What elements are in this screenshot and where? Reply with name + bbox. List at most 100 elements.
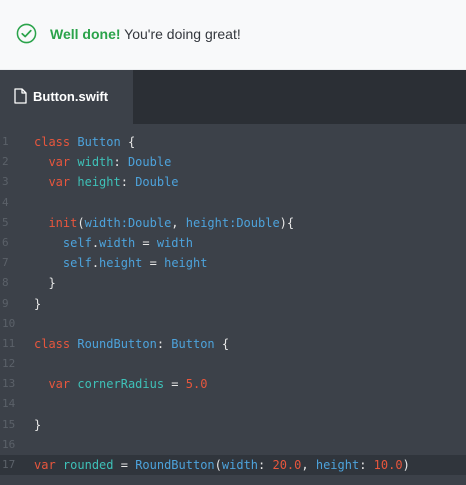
code-token: class — [34, 336, 71, 351]
line-number: 3 — [2, 175, 9, 189]
code-token: Button — [77, 135, 121, 149]
code-line[interactable]: 2 var width: Double — [0, 152, 466, 172]
code-token: Double — [127, 155, 172, 170]
code-line[interactable]: 1 class Button { — [0, 132, 466, 152]
line-number: 13 — [2, 377, 16, 391]
code-token: self — [62, 256, 92, 271]
code-token: height:Double — [185, 215, 280, 230]
code-token: class — [34, 135, 71, 149]
code-token: var — [34, 458, 56, 472]
code-token: cornerRadius — [77, 377, 165, 392]
code-token: ( — [77, 215, 85, 230]
code-line[interactable]: 13 var cornerRadius = 5.0 — [0, 374, 466, 394]
line-number: 6 — [2, 235, 9, 249]
code-token: rounded — [62, 458, 114, 472]
code-token: RoundButton — [135, 458, 215, 472]
code-token: height — [315, 458, 360, 472]
code-token: width — [99, 235, 136, 250]
code-token: : — [258, 458, 273, 472]
code-line[interactable]: 15} — [0, 415, 466, 435]
code-token: height — [77, 175, 121, 190]
file-icon — [14, 88, 27, 104]
code-token: ){ — [279, 215, 295, 230]
code-token: Double — [135, 175, 179, 190]
code-token: : — [359, 458, 374, 472]
line-source: init(width:Double, height:Double){ — [34, 213, 294, 233]
code-editor: Button.swift 1 class Button {2 var width:… — [0, 70, 466, 485]
line-number: 17 — [2, 458, 16, 471]
code-line[interactable]: 5 init(width:Double, height:Double){ — [0, 213, 466, 233]
line-source: self.width = width — [34, 233, 193, 253]
code-area[interactable]: 1 class Button {2 var width: Double 3 var … — [0, 132, 466, 476]
success-banner: Well done! You're doing great! — [0, 0, 466, 70]
line-number: 8 — [2, 276, 9, 290]
code-line[interactable]: 16 — [0, 435, 466, 455]
code-line[interactable]: 11 class RoundButton: Button { — [0, 334, 466, 354]
code-line[interactable]: 8 } — [0, 273, 466, 293]
code-line[interactable]: 3 var height: Double — [0, 172, 466, 192]
line-number: 4 — [2, 195, 9, 209]
code-token: : — [120, 175, 136, 190]
line-source: class Button { — [34, 132, 135, 152]
code-line[interactable]: 4 — [0, 193, 466, 213]
code-token: var — [48, 377, 71, 392]
code-token: var — [48, 155, 71, 170]
code-token: ) — [402, 458, 410, 472]
code-token: width — [221, 458, 259, 472]
code-line[interactable]: 14 — [0, 394, 466, 414]
line-source: } — [34, 294, 41, 314]
line-source: var width: Double — [34, 152, 171, 172]
code-token: var — [48, 175, 71, 190]
code-token: , — [171, 215, 186, 230]
code-token: : — [113, 155, 128, 170]
line-number: 15 — [2, 417, 16, 431]
line-source: var cornerRadius = 5.0 — [34, 374, 207, 394]
code-token: ( — [214, 458, 222, 472]
code-token: height — [164, 256, 208, 271]
line-number: 10 — [2, 316, 16, 330]
code-token: 20.0 — [272, 458, 302, 472]
line-number: 11 — [2, 336, 16, 350]
code-token: 5.0 — [185, 377, 208, 392]
code-token: Button — [171, 336, 215, 351]
success-message: Well done! You're doing great! — [50, 26, 241, 42]
code-token: = — [142, 256, 165, 271]
code-token: = — [135, 235, 157, 250]
code-token: } — [34, 417, 42, 432]
line-number: 7 — [2, 256, 9, 270]
line-source: class RoundButton: Button { — [34, 334, 229, 354]
code-line[interactable]: 9} — [0, 294, 466, 314]
line-number: 2 — [2, 155, 9, 169]
code-token: height — [99, 256, 143, 271]
code-token: RoundButton — [77, 336, 157, 351]
code-token: width — [156, 235, 193, 250]
code-line[interactable]: 7 self.height = height — [0, 253, 466, 273]
code-line[interactable]: 10 — [0, 314, 466, 334]
line-source: var rounded = RoundButton(width: 20.0, h… — [34, 455, 410, 475]
code-token: } — [34, 296, 42, 311]
line-source: } — [34, 273, 55, 293]
line-source: var height: Double — [34, 172, 179, 192]
code-token: . — [91, 235, 100, 250]
line-number: 16 — [2, 437, 16, 451]
success-subtitle: You're doing great! — [120, 26, 241, 42]
check-circle-icon — [16, 23, 37, 44]
line-source: self.height = height — [34, 253, 208, 273]
editor-tab-bar: Button.swift — [0, 70, 466, 124]
code-token: = — [113, 458, 136, 472]
tab-button-swift[interactable]: Button.swift — [0, 70, 133, 124]
code-token: init — [48, 215, 78, 230]
code-line[interactable]: 6 self.width = width — [0, 233, 466, 253]
line-number: 12 — [2, 357, 16, 371]
code-line[interactable]: 12 — [0, 354, 466, 374]
line-number: 1 — [2, 135, 9, 148]
code-line[interactable]: 17 var rounded = RoundButton(width: 20.0,… — [0, 455, 466, 476]
line-number: 5 — [2, 215, 9, 229]
